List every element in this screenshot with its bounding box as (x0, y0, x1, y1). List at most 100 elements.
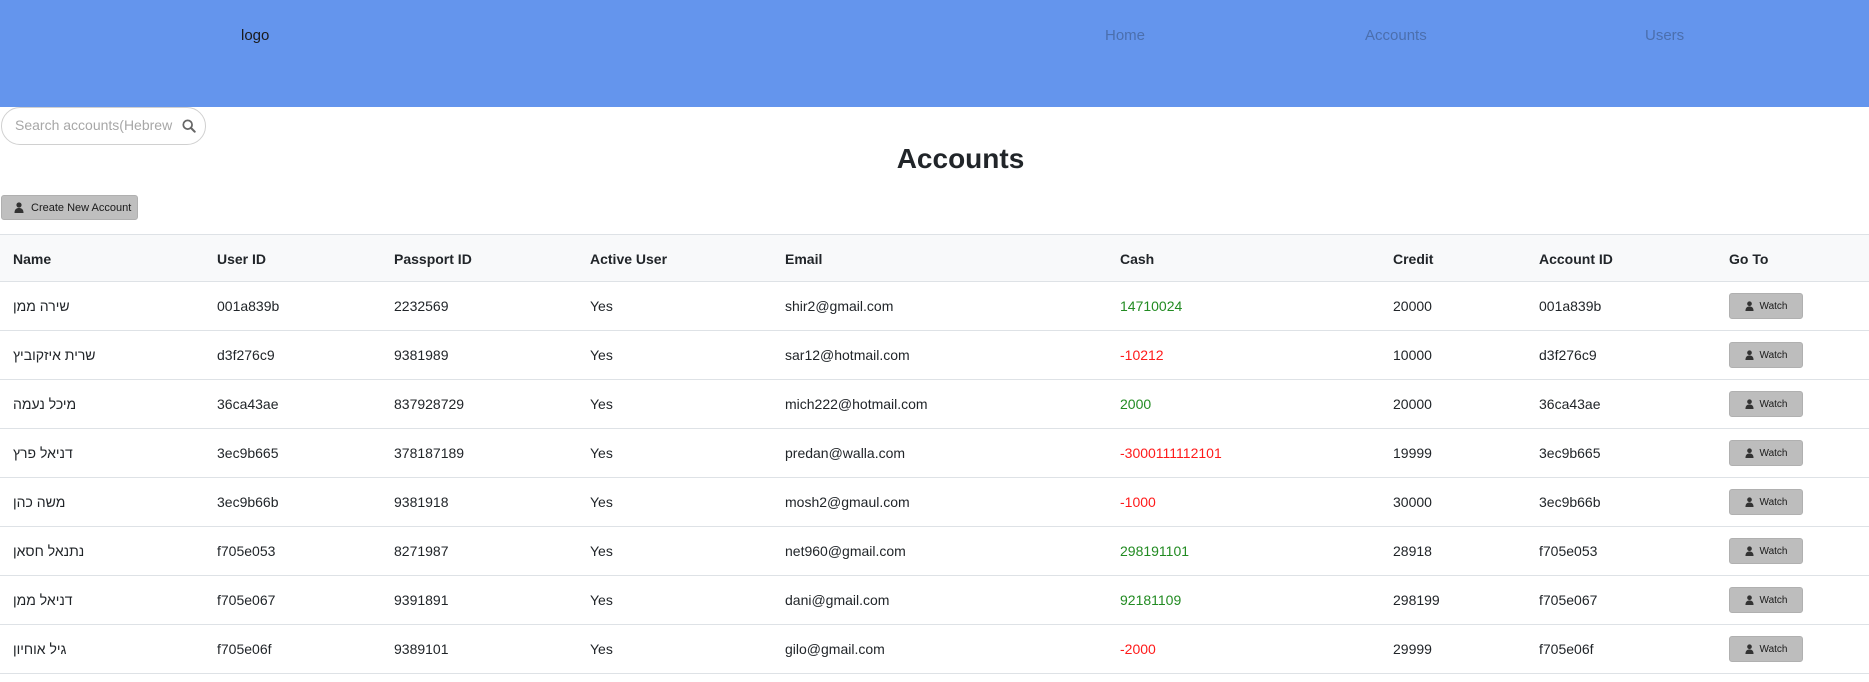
watch-button[interactable]: Watch (1729, 342, 1803, 368)
cell-cash: -10212 (1120, 347, 1164, 363)
table-row: נתנאל חסאן f705e053 8271987 Yes net960@g… (0, 527, 1869, 576)
cell-cash: -3000111112101 (1120, 445, 1222, 461)
cell-active-user: Yes (590, 494, 613, 510)
cell-account-id: 36ca43ae (1539, 396, 1601, 412)
header-email: Email (785, 251, 823, 267)
watch-button[interactable]: Watch (1729, 391, 1803, 417)
table-row: דניאל ממן f705e067 9391891 Yes dani@gmai… (0, 576, 1869, 625)
header-cash: Cash (1120, 251, 1155, 267)
cell-email: shir2@gmail.com (785, 298, 894, 314)
nav-link-users[interactable]: Users (1645, 27, 1684, 44)
header-passport-id: Passport ID (394, 251, 472, 267)
cell-passport-id: 9381989 (394, 347, 449, 363)
cell-cash: -1000 (1120, 494, 1156, 510)
cell-credit: 10000 (1393, 347, 1432, 363)
user-icon (1744, 595, 1754, 605)
cell-user-id: d3f276c9 (217, 347, 275, 363)
cell-email: mich222@hotmail.com (785, 396, 928, 412)
cell-active-user: Yes (590, 396, 613, 412)
user-icon (14, 202, 24, 213)
watch-button[interactable]: Watch (1729, 587, 1803, 613)
create-account-button[interactable]: Create New Account (1, 195, 138, 220)
cell-user-id: f705e06f (217, 641, 272, 657)
cell-user-id: 3ec9b665 (217, 445, 279, 461)
cell-name: דניאל ממן (13, 592, 73, 608)
cell-name: גיל אוחיון (13, 641, 67, 657)
logo[interactable]: logo (241, 27, 269, 44)
cell-email: predan@walla.com (785, 445, 906, 461)
cell-passport-id: 8271987 (394, 543, 449, 559)
create-account-label: Create New Account (31, 201, 132, 214)
user-icon (1744, 399, 1754, 409)
cell-active-user: Yes (590, 445, 613, 461)
cell-credit: 20000 (1393, 396, 1432, 412)
cell-cash: 14710024 (1120, 298, 1183, 314)
cell-passport-id: 378187189 (394, 445, 465, 461)
cell-cash: 2000 (1120, 396, 1152, 412)
watch-button[interactable]: Watch (1729, 440, 1803, 466)
user-icon (1744, 497, 1754, 507)
cell-name: שרית איזקוביץ (13, 347, 96, 363)
cell-account-id: f705e06f (1539, 641, 1594, 657)
cell-credit: 28918 (1393, 543, 1432, 559)
table-row: גיל אוחיון f705e06f 9389101 Yes gilo@gma… (0, 625, 1869, 674)
header-active-user: Active User (590, 251, 668, 267)
cell-active-user: Yes (590, 543, 613, 559)
cell-name: משה כהן (13, 494, 66, 510)
cell-account-id: f705e067 (1539, 592, 1598, 608)
watch-label: Watch (1759, 300, 1788, 312)
header-user-id: User ID (217, 251, 267, 267)
cell-cash: 92181109 (1120, 592, 1182, 608)
cell-email: mosh2@gmaul.com (785, 494, 910, 510)
cell-name: דניאל פרץ (13, 445, 73, 461)
nav-link-accounts[interactable]: Accounts (1365, 27, 1427, 44)
cell-passport-id: 9389101 (394, 641, 449, 657)
cell-email: sar12@hotmail.com (785, 347, 910, 363)
user-icon (1744, 448, 1754, 458)
watch-label: Watch (1759, 398, 1788, 410)
watch-button[interactable]: Watch (1729, 538, 1803, 564)
cell-cash: 298191101 (1120, 543, 1190, 559)
cell-email: dani@gmail.com (785, 592, 890, 608)
watch-button[interactable]: Watch (1729, 636, 1803, 662)
page-title: Accounts (896, 143, 1025, 174)
table-row: דניאל פרץ 3ec9b665 378187189 Yes predan@… (0, 429, 1869, 478)
nav-link-home[interactable]: Home (1105, 27, 1145, 44)
cell-cash: -2000 (1120, 641, 1156, 657)
user-icon (1744, 301, 1754, 311)
user-icon (1744, 350, 1754, 360)
cell-email: gilo@gmail.com (785, 641, 885, 657)
cell-user-id: 36ca43ae (217, 396, 279, 412)
watch-button[interactable]: Watch (1729, 489, 1803, 515)
table-row: מיכל נעמה 36ca43ae 837928729 Yes mich222… (0, 380, 1869, 429)
cell-active-user: Yes (590, 592, 613, 608)
cell-name: נתנאל חסאן (13, 543, 85, 559)
cell-account-id: d3f276c9 (1539, 347, 1597, 363)
cell-user-id: f705e053 (217, 543, 276, 559)
table-row: שרית איזקוביץ d3f276c9 9381989 Yes sar12… (0, 331, 1869, 380)
cell-user-id: 001a839b (217, 298, 280, 314)
cell-user-id: f705e067 (217, 592, 276, 608)
top-navbar: logo Home Accounts Users (0, 0, 1869, 107)
cell-active-user: Yes (590, 347, 613, 363)
cell-credit: 30000 (1393, 494, 1432, 510)
header-go-to: Go To (1729, 251, 1769, 267)
search-box (1, 107, 206, 145)
table-header: Name User ID Passport ID Active User Ema… (0, 234, 1869, 282)
watch-button[interactable]: Watch (1729, 293, 1803, 319)
header-name: Name (13, 251, 52, 267)
cell-credit: 298199 (1393, 592, 1440, 608)
cell-account-id: f705e053 (1539, 543, 1598, 559)
table-row: שירה ממן 001a839b 2232569 Yes shir2@gmai… (0, 282, 1869, 331)
cell-name: מיכל נעמה (13, 396, 77, 412)
search-input[interactable] (15, 117, 175, 133)
cell-name: שירה ממן (13, 298, 70, 314)
cell-passport-id: 9381918 (394, 494, 449, 510)
search-icon[interactable] (182, 119, 196, 133)
cell-active-user: Yes (590, 641, 613, 657)
cell-account-id: 3ec9b66b (1539, 494, 1601, 510)
watch-label: Watch (1759, 594, 1788, 606)
watch-label: Watch (1759, 349, 1788, 361)
header-account-id: Account ID (1539, 251, 1613, 267)
cell-active-user: Yes (590, 298, 613, 314)
